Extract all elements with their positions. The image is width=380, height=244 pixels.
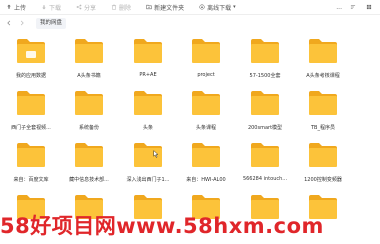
chevron-right-icon [20, 20, 24, 26]
folder-name: TB_程序员 [311, 125, 335, 131]
folder-item[interactable]: 深入浅出西门子1... [118, 142, 178, 192]
more-label: ... [336, 3, 342, 11]
folder-item[interactable]: 西门子全套视频... [1, 90, 61, 140]
download-button[interactable]: 下载 [41, 0, 61, 14]
folder-name: 头条 [142, 125, 153, 131]
folder-item[interactable]: A头条书籍 [59, 38, 119, 88]
folder-item[interactable]: project [176, 38, 236, 88]
folder-name: 系统备份 [78, 125, 99, 131]
folder-item[interactable]: 头条 [118, 90, 178, 140]
sort-icon [350, 4, 356, 10]
folder-item[interactable]: 来自：HWI-AL00 [176, 142, 236, 192]
folder-item[interactable]: 头条课程 [176, 90, 236, 140]
grid-view-icon [366, 4, 372, 10]
folder-icon [17, 91, 45, 115]
folder-name: 头条课程 [195, 125, 216, 131]
folder-icon [134, 39, 162, 63]
folder-item[interactable]: 200smart模型 [235, 90, 295, 140]
folder-name: 藏中信息技术部... [69, 177, 109, 183]
toolbar: 上传 下载 分享 删除 新建文件夹 离线下载 ▾ ... [0, 0, 380, 14]
folder-icon [17, 143, 45, 167]
folder-icon [309, 39, 337, 63]
chevron-left-icon [7, 20, 11, 26]
folder-item[interactable]: 系统备份 [59, 90, 119, 140]
back-button[interactable] [5, 19, 13, 27]
new-folder-button[interactable]: 新建文件夹 [146, 0, 184, 14]
folder-name: 来自：HWI-AL00 [186, 177, 226, 183]
folder-icon [75, 39, 103, 63]
folder-icon [309, 91, 337, 115]
folder-icon [75, 91, 103, 115]
folder-item[interactable]: 我的应用数据 [1, 38, 61, 88]
folder-name: PR+AE [139, 72, 157, 78]
folder-name: project [197, 72, 215, 78]
folder-item[interactable]: 1200控制变频器 [293, 142, 353, 192]
folder-icon [309, 143, 337, 167]
folder-icon [251, 39, 279, 63]
chevron-down-icon: ▾ [233, 4, 236, 10]
folder-item[interactable]: 57-1500全套 [235, 38, 295, 88]
download-icon [41, 4, 47, 10]
sort-button[interactable] [350, 0, 358, 14]
folder-item[interactable]: 藏中信息技术部... [59, 142, 119, 192]
folder-icon [17, 39, 45, 63]
share-icon [76, 4, 82, 10]
share-label: 分享 [84, 4, 97, 12]
folder-name: 1200控制变频器 [304, 177, 342, 183]
more-button[interactable]: ... [336, 0, 342, 14]
offline-download-label: 离线下载 [207, 4, 232, 12]
folder-name: 来自：百度文库 [13, 177, 49, 183]
folder-name: 深入浅出西门子1... [126, 177, 170, 183]
watermark: 58好项目网www.58hxm.com [0, 214, 324, 238]
download-label: 下载 [49, 4, 62, 12]
new-folder-icon [146, 4, 152, 10]
folder-item[interactable]: TB_程序员 [293, 90, 353, 140]
folder-name: 566284 intouch... [242, 176, 288, 182]
folder-icon [251, 91, 279, 115]
folder-name: A头条书籍 [77, 73, 101, 79]
folder-item[interactable]: A头条考核课程 [293, 38, 353, 88]
offline-download-button[interactable]: 离线下载 ▾ [199, 0, 236, 14]
folder-name: 我的应用数据 [15, 73, 46, 79]
delete-button[interactable]: 删除 [111, 0, 131, 14]
folder-name: A头条考核课程 [306, 73, 340, 79]
delete-label: 删除 [119, 4, 132, 12]
forward-button[interactable] [18, 19, 26, 27]
folder-icon [192, 143, 220, 167]
share-button[interactable]: 分享 [76, 0, 96, 14]
upload-button[interactable]: 上传 [6, 0, 26, 14]
folder-name: 西门子全套视频... [11, 125, 51, 131]
offline-download-icon [199, 4, 205, 10]
mouse-cursor-icon [153, 150, 159, 158]
folder-icon [251, 143, 279, 167]
folder-icon [192, 91, 220, 115]
breadcrumb: 我的网盘 [0, 15, 380, 31]
upload-icon [6, 4, 12, 10]
trash-icon [111, 4, 117, 10]
breadcrumb-current[interactable]: 我的网盘 [36, 17, 67, 29]
folder-item[interactable]: 566284 intouch... [235, 142, 295, 192]
new-folder-label: 新建文件夹 [154, 4, 185, 12]
folder-name: 200smart模型 [247, 125, 283, 131]
folder-item[interactable]: PR+AE [118, 38, 178, 88]
folder-icon [134, 91, 162, 115]
folder-item[interactable]: 来自：百度文库 [1, 142, 61, 192]
view-toggle-button[interactable] [366, 0, 374, 14]
folder-icon [192, 39, 220, 63]
folder-icon [75, 143, 103, 167]
upload-label: 上传 [14, 4, 27, 12]
folder-name: 57-1500全套 [249, 73, 281, 79]
